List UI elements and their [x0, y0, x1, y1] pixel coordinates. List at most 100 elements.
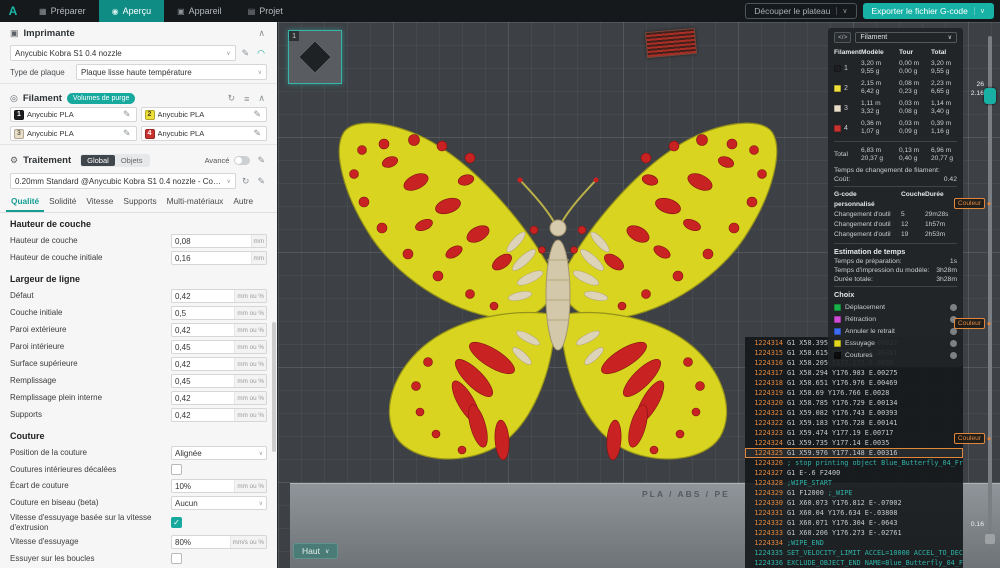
- inner-wall-width-input[interactable]: 0,45mm ou %: [171, 340, 267, 354]
- gcode-line[interactable]: 1224317G1 X58.294 Y176.983 E.00275: [745, 368, 963, 378]
- color-change-marker[interactable]: Couleur: [954, 433, 985, 444]
- filament-list-icon[interactable]: ≡: [242, 94, 251, 104]
- tab-preview[interactable]: ◉Aperçu: [99, 0, 165, 22]
- seam-gap-input[interactable]: 10%mm ou %: [171, 479, 267, 493]
- wipe-speed-based-checkbox[interactable]: [171, 517, 182, 528]
- gcode-line[interactable]: 1224333G1 X60.206 Y176.273 E-.02761: [745, 528, 963, 538]
- wipe-speed-input[interactable]: 80%mm/s ou %: [171, 535, 267, 549]
- staggered-seams-checkbox[interactable]: [171, 464, 182, 475]
- gcode-line-number: 1224333: [749, 529, 783, 537]
- export-gcode-button[interactable]: Exporter le fichier G-code∨: [863, 3, 995, 19]
- gcode-line-number: 1224327: [749, 469, 783, 477]
- first-layer-width-input[interactable]: 0,5mm ou %: [171, 306, 267, 320]
- filament-slot-4[interactable]: 4Anycubic PLA✎: [141, 126, 268, 141]
- option-retraction[interactable]: Rétraction: [834, 313, 957, 325]
- tab-speed[interactable]: Vitesse: [81, 193, 118, 212]
- scope-global[interactable]: Global: [81, 155, 115, 166]
- support-width-input[interactable]: 0,42mm ou %: [171, 408, 267, 422]
- layer-slider-handle[interactable]: [984, 88, 996, 104]
- panel-scrollbar[interactable]: [272, 322, 276, 452]
- option-travel[interactable]: Déplacement: [834, 301, 957, 313]
- 3d-viewport[interactable]: PLA / ABS / PE: [278, 22, 1000, 568]
- gcode-line-selected[interactable]: 1224325G1 X59.976 Y177.148 E.00316: [745, 448, 963, 458]
- collapse-icon[interactable]: ∧: [256, 93, 267, 104]
- process-preset-select[interactable]: 0.20mm Standard @Anycubic Kobra S1 0.4 n…: [10, 173, 236, 189]
- visibility-toggle-icon[interactable]: [950, 352, 957, 359]
- slice-plate-button[interactable]: Découper le plateau∨: [745, 3, 856, 19]
- plate-thumbnail[interactable]: 1: [288, 30, 342, 84]
- layer-slider-bottom-handle[interactable]: [985, 534, 995, 544]
- top-surface-width-input[interactable]: 0,42mm ou %: [171, 357, 267, 371]
- tab-quality[interactable]: Qualité: [6, 193, 44, 212]
- gcode-line[interactable]: 1224327G1 E-.6 F2400: [745, 468, 963, 478]
- advanced-toggle[interactable]: [234, 156, 250, 165]
- edit-process-icon[interactable]: ✎: [255, 155, 267, 166]
- gcode-line[interactable]: 1224329G1 F12000;_WIPE: [745, 488, 963, 498]
- reset-preset-icon[interactable]: ↻: [240, 176, 252, 187]
- gcode-line-number: 1224331: [749, 509, 783, 517]
- color-scheme-select[interactable]: Filament∨: [855, 32, 957, 43]
- layer-slider-track[interactable]: [988, 36, 992, 546]
- gcode-line[interactable]: 1224332G1 X60.071 Y176.304 E-.0643: [745, 518, 963, 528]
- filament-slot-2[interactable]: 2Anycubic PLA✎: [141, 107, 268, 122]
- scope-toggle[interactable]: GlobalObjets: [80, 154, 149, 167]
- plate-type-select[interactable]: Plaque lisse haute température∨: [76, 64, 267, 80]
- edit-filament-icon[interactable]: ✎: [251, 128, 263, 139]
- gcode-line[interactable]: 1224319G1 X58.69 Y176.766 E.0028: [745, 388, 963, 398]
- option-unretraction[interactable]: Annuler le retrait: [834, 325, 957, 337]
- scope-objects[interactable]: Objets: [115, 155, 149, 166]
- gcode-line[interactable]: 1224323G1 X59.474 Y177.19 E.00717: [745, 428, 963, 438]
- gcode-line[interactable]: 1224336EXCLUDE_OBJECT_END NAME=Blue_Butt…: [745, 558, 963, 568]
- tab-strength[interactable]: Solidité: [44, 193, 81, 212]
- butterfly-model[interactable]: [324, 110, 814, 470]
- infill-width-input[interactable]: 0,45mm ou %: [171, 374, 267, 388]
- filament-slot-1[interactable]: 1Anycubic PLA✎: [10, 107, 137, 122]
- printer-select[interactable]: Anycubic Kobra S1 0.4 nozzle∨: [10, 45, 236, 61]
- edit-printer-icon[interactable]: ✎: [240, 48, 252, 59]
- visibility-toggle-icon[interactable]: [950, 340, 957, 347]
- solid-infill-width-input[interactable]: 0,42mm ou %: [171, 391, 267, 405]
- purge-volumes-button[interactable]: Volumes de purge: [67, 93, 135, 104]
- gcode-line[interactable]: 1224318G1 X58.651 Y176.976 E.00469: [745, 378, 963, 388]
- initial-layer-height-input[interactable]: 0,16mm: [171, 251, 267, 265]
- wipe-on-loops-checkbox[interactable]: [171, 553, 182, 564]
- gcode-line[interactable]: 1224331 G1 X60.04 Y176.634 E-.03808: [745, 508, 963, 518]
- edit-filament-icon[interactable]: ✎: [251, 109, 263, 120]
- tab-supports[interactable]: Supports: [118, 193, 161, 212]
- collapse-icon[interactable]: ∧: [256, 28, 267, 39]
- outer-wall-width-input[interactable]: 0,42mm ou %: [171, 323, 267, 337]
- wipe-tower-model[interactable]: [645, 28, 697, 58]
- gcode-line[interactable]: 1224321G1 X59.082 Y176.743 E.00393: [745, 408, 963, 418]
- color-change-marker[interactable]: Couleur: [954, 318, 985, 329]
- edit-filament-icon[interactable]: ✎: [121, 109, 133, 120]
- tab-project[interactable]: ▤Projet: [235, 0, 296, 22]
- option-wipe[interactable]: Essuyage: [834, 337, 957, 349]
- tab-device[interactable]: ▣Appareil: [164, 0, 235, 22]
- visibility-toggle-icon[interactable]: [950, 304, 957, 311]
- gcode-line[interactable]: 1224328;WIPE_START: [745, 478, 963, 488]
- tab-prepare[interactable]: ▦Préparer: [26, 0, 99, 22]
- filament-slot-3[interactable]: 3Anycubic PLA✎: [10, 126, 137, 141]
- layer-height-input[interactable]: 0,08mm: [171, 234, 267, 248]
- gcode-line[interactable]: 1224322G1 X59.183 Y176.728 E.00141: [745, 418, 963, 428]
- view-orientation-button[interactable]: Haut∨: [293, 543, 338, 559]
- gcode-line[interactable]: 1224326; stop printing object Blue_Butte…: [745, 458, 963, 468]
- save-preset-icon[interactable]: ✎: [255, 176, 267, 187]
- option-seams[interactable]: Coutures: [834, 349, 957, 361]
- sync-filament-icon[interactable]: ↻: [226, 93, 238, 104]
- gcode-line-text: G1 X60.04 Y176.634 E-.03808: [787, 509, 898, 517]
- wifi-icon[interactable]: ◠: [255, 48, 267, 59]
- gcode-line[interactable]: 1224320G1 X58.785 Y176.729 E.00134: [745, 398, 963, 408]
- tab-multimaterial[interactable]: Multi-matériaux: [162, 193, 229, 212]
- seam-position-select[interactable]: Alignée∨: [171, 446, 267, 460]
- default-width-input[interactable]: 0,42mm ou %: [171, 289, 267, 303]
- gcode-line[interactable]: 1224324G1 X59.735 Y177.14 E.0035: [745, 438, 963, 448]
- tab-other[interactable]: Autre: [228, 193, 258, 212]
- gcode-line[interactable]: 1224330G1 X60.073 Y176.812 E-.07002: [745, 498, 963, 508]
- scarf-seam-select[interactable]: Aucun∨: [171, 496, 267, 510]
- gcode-view-icon[interactable]: </>: [834, 32, 851, 43]
- color-change-marker[interactable]: Couleur: [954, 198, 985, 209]
- gcode-line[interactable]: 1224335SET_VELOCITY_LIMIT ACCEL=10000 AC…: [745, 548, 963, 558]
- edit-filament-icon[interactable]: ✎: [121, 128, 133, 139]
- gcode-line[interactable]: 1224334;WIPE_END: [745, 538, 963, 548]
